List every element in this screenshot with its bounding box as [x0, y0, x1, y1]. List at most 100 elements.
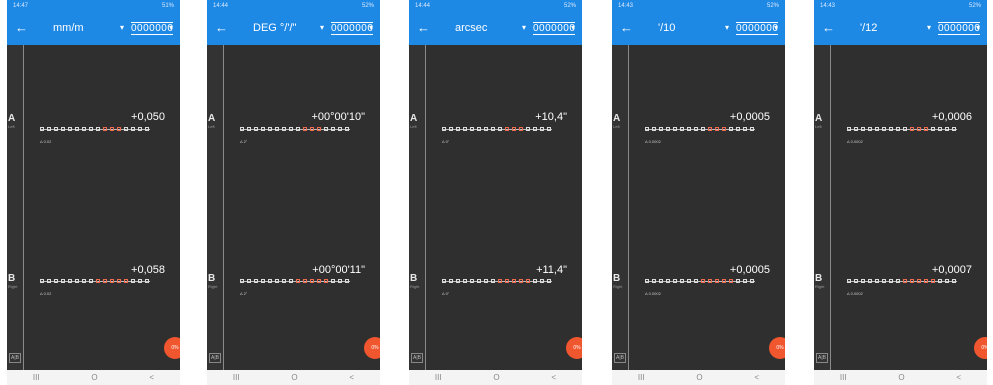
recents-button[interactable]: III [638, 373, 645, 382]
channel-a-label[interactable]: A Left [8, 113, 15, 129]
scale-tick [708, 279, 712, 283]
scale-tick [96, 279, 100, 283]
scale-tick [498, 279, 502, 283]
android-nav-bar: III O < [612, 370, 785, 385]
resolution-selector[interactable]: 0000000 [533, 22, 576, 35]
scale-tick [652, 279, 656, 283]
channel-sub: Right [613, 284, 623, 289]
channel-a-delta: Δ 0.02 [40, 139, 52, 144]
home-button[interactable]: O [696, 373, 702, 382]
scale-tick [268, 127, 272, 131]
scale-tick [861, 279, 865, 283]
recents-button[interactable]: III [33, 373, 40, 382]
ab-mode-button[interactable]: A|B [9, 353, 21, 363]
zero-button[interactable]: 0% [769, 337, 785, 359]
channel-sub: Left [208, 124, 215, 129]
scale-tick [547, 127, 551, 131]
channel-b-label[interactable]: B Right [613, 273, 622, 289]
scale-tick [715, 279, 719, 283]
scale-tick [54, 127, 58, 131]
scale-tick [310, 279, 314, 283]
nav-back-button[interactable]: < [754, 373, 759, 382]
resolution-selector[interactable]: 0000000 [331, 22, 374, 35]
channel-b-label[interactable]: B Right [815, 273, 824, 289]
channel-b-label[interactable]: B Right [8, 273, 17, 289]
arrow-left-icon[interactable]: ← [417, 20, 430, 36]
zero-button[interactable]: 0% [364, 337, 380, 359]
nav-back-button[interactable]: < [551, 373, 556, 382]
arrow-left-icon[interactable]: ← [215, 20, 228, 36]
scale-tick [61, 279, 65, 283]
home-button[interactable]: O [493, 373, 499, 382]
scale-tick [261, 127, 265, 131]
phone-screen: 14:47 51% ← mm/m ▾ 0000000 ▾ A Left +0,050 Δ 0.02 B… [7, 0, 180, 385]
resolution-selector[interactable]: 0000000 [938, 22, 981, 35]
ab-mode-button[interactable]: A|B [614, 353, 626, 363]
home-button[interactable]: O [898, 373, 904, 382]
scale-tick [519, 127, 523, 131]
caret-down-icon[interactable]: ▾ [320, 23, 324, 32]
phone-screen: 14:43 52% ← '/12 ▾ 0000000 ▾ A Left +0,0006 Δ 0.00… [814, 0, 987, 385]
caret-down-icon[interactable]: ▾ [169, 23, 173, 32]
recents-button[interactable]: III [840, 373, 847, 382]
zero-button[interactable]: 0% [566, 337, 582, 359]
scale-tick [526, 279, 530, 283]
recents-button[interactable]: III [435, 373, 442, 382]
scale-tick [317, 127, 321, 131]
channel-a-label[interactable]: A Left [613, 113, 620, 129]
scale-tick [847, 127, 851, 131]
caret-down-icon[interactable]: ▾ [927, 23, 931, 32]
channel-a-value: +10,4" [535, 111, 567, 123]
home-button[interactable]: O [91, 373, 97, 382]
scale-tick [540, 279, 544, 283]
scale-tick [701, 127, 705, 131]
ab-mode-button[interactable]: A|B [411, 353, 423, 363]
arrow-left-icon[interactable]: ← [620, 20, 633, 36]
scale-tick [289, 279, 293, 283]
caret-down-icon[interactable]: ▾ [976, 23, 980, 32]
channel-b-value: +11,4" [536, 264, 567, 276]
scale-tick [673, 279, 677, 283]
scale-tick [512, 279, 516, 283]
arrow-left-icon[interactable]: ← [822, 20, 835, 36]
nav-back-button[interactable]: < [149, 373, 154, 382]
scale-tick [729, 127, 733, 131]
channel-a-label[interactable]: A Left [410, 113, 417, 129]
scale-tick [903, 279, 907, 283]
arrow-left-icon[interactable]: ← [15, 20, 28, 36]
caret-down-icon[interactable]: ▾ [522, 23, 526, 32]
ab-mode-button[interactable]: A|B [209, 353, 221, 363]
zero-button[interactable]: 0% [164, 337, 180, 359]
channel-a-label[interactable]: A Left [815, 113, 822, 129]
caret-down-icon[interactable]: ▾ [571, 23, 575, 32]
scale-tick [526, 127, 530, 131]
channel-letter: B [815, 273, 823, 284]
resolution-selector[interactable]: 0000000 [736, 22, 779, 35]
channel-a-delta: Δ 2" [240, 139, 248, 144]
resolution-selector[interactable]: 0000000 [131, 22, 174, 35]
scale-tick [875, 127, 879, 131]
scale-tick [89, 279, 93, 283]
channel-b-label[interactable]: B Right [208, 273, 217, 289]
nav-back-button[interactable]: < [349, 373, 354, 382]
channel-b-delta: Δ 0.02 [40, 291, 52, 296]
zero-button[interactable]: 0% [974, 337, 987, 359]
scale-tick [645, 127, 649, 131]
nav-back-button[interactable]: < [956, 373, 961, 382]
ab-mode-button[interactable]: A|B [816, 353, 828, 363]
caret-down-icon[interactable]: ▾ [774, 23, 778, 32]
caret-down-icon[interactable]: ▾ [120, 23, 124, 32]
scale-tick [861, 127, 865, 131]
recents-button[interactable]: III [233, 373, 240, 382]
caret-down-icon[interactable]: ▾ [725, 23, 729, 32]
scale-tick [666, 279, 670, 283]
status-time: 14:43 [618, 3, 634, 9]
scale-tick [317, 279, 321, 283]
channel-b-label[interactable]: B Right [410, 273, 419, 289]
channel-a-label[interactable]: A Left [208, 113, 215, 129]
level-scale [40, 127, 150, 133]
level-scale [442, 127, 552, 133]
home-button[interactable]: O [291, 373, 297, 382]
caret-down-icon[interactable]: ▾ [369, 23, 373, 32]
level-scale [847, 279, 957, 285]
